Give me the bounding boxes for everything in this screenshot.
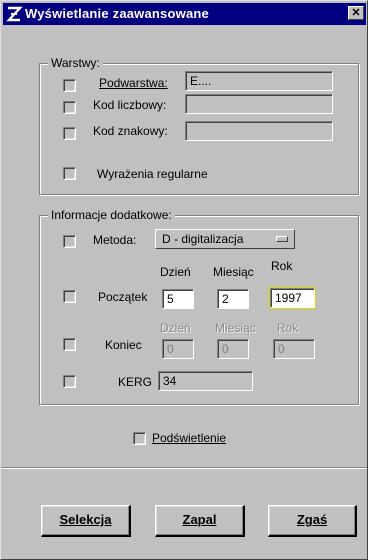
highlight-label[interactable]: Podświetlenie	[152, 431, 226, 445]
numeric-code-label: Kod liczbowy:	[93, 98, 167, 112]
extinguish-button[interactable]: Zgaś	[268, 505, 357, 537]
start-month-field[interactable]: 2	[217, 289, 249, 309]
close-button[interactable]: ✕	[348, 6, 364, 20]
ignite-button[interactable]: Zapal	[155, 505, 245, 537]
end-month-field: 0	[217, 339, 249, 359]
window-title: Wyświetlanie zaawansowane	[25, 6, 209, 21]
kerg-field[interactable]: 34	[158, 371, 253, 391]
layers-group-legend: Warstwy:	[48, 56, 103, 70]
dialog-window: Wyświetlanie zaawansowane ✕ Warstwy: Pod…	[0, 0, 368, 560]
close-icon: ✕	[351, 7, 361, 19]
method-dropdown-value: D - digitalizacja	[162, 232, 244, 246]
start-day-header: Dzień	[160, 265, 191, 279]
end-label: Koniec	[105, 338, 142, 352]
end-day-header: Dzień	[160, 321, 191, 335]
button-separator	[1, 467, 367, 469]
method-dropdown[interactable]: D - digitalizacja	[155, 229, 295, 249]
numeric-code-checkbox[interactable]	[63, 101, 76, 114]
start-year-field[interactable]: 1997	[269, 287, 316, 309]
regex-checkbox[interactable]	[63, 167, 76, 180]
regex-label[interactable]: Wyrażenia regularne	[97, 167, 208, 181]
info-group-legend: Informacje dodatkowe:	[48, 208, 175, 222]
kerg-label: KERG	[118, 375, 153, 389]
method-label: Metoda:	[93, 233, 137, 247]
start-year-header: Rok	[271, 259, 293, 273]
end-year-field: 0	[273, 339, 315, 359]
start-label: Początek	[98, 290, 148, 304]
sublayer-checkbox[interactable]	[63, 79, 76, 92]
method-checkbox[interactable]	[63, 235, 76, 248]
kerg-checkbox[interactable]	[63, 375, 76, 388]
start-month-header: Miesiąc	[213, 265, 254, 279]
char-code-label: Kod znakowy:	[93, 124, 168, 138]
end-month-header: Miesiąc	[215, 321, 256, 335]
end-checkbox[interactable]	[63, 338, 76, 351]
char-code-checkbox[interactable]	[63, 127, 76, 140]
start-day-field[interactable]: 5	[162, 289, 194, 309]
highlight-checkbox[interactable]	[133, 432, 146, 445]
char-code-field[interactable]	[185, 121, 333, 141]
numeric-code-field[interactable]	[185, 94, 333, 114]
select-button[interactable]: Selekcja	[41, 505, 131, 537]
sublayer-field[interactable]: E....	[185, 71, 333, 91]
sublayer-label: Podwarstwa:	[99, 76, 168, 90]
dropdown-arrow-icon	[276, 236, 288, 242]
app-icon	[6, 6, 23, 22]
title-bar[interactable]: Wyświetlanie zaawansowane ✕	[3, 3, 366, 25]
end-year-header: Rok	[277, 321, 299, 335]
start-checkbox[interactable]	[63, 290, 76, 303]
end-day-field: 0	[162, 339, 194, 359]
